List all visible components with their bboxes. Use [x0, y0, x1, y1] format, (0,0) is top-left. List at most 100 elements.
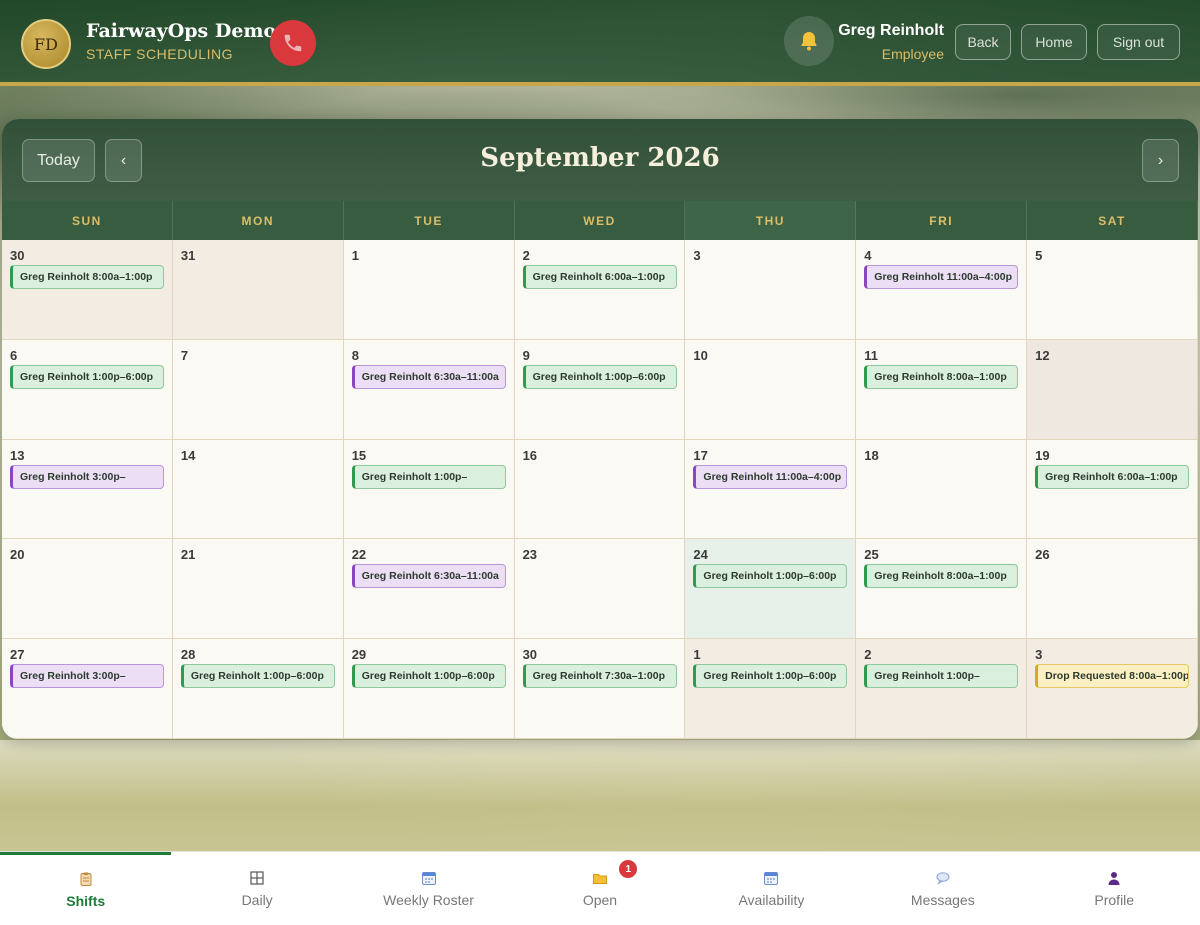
day-number: 27 — [10, 647, 25, 663]
day-cell[interactable]: 10 — [685, 339, 857, 440]
day-cell[interactable]: 2 Greg Reinholt 6:00a–1:00p — [514, 240, 686, 340]
shift-event[interactable]: Greg Reinholt 6:00a–1:00p — [522, 265, 677, 289]
day-cell[interactable]: 12 — [1027, 339, 1198, 440]
day-cell[interactable]: 24 Greg Reinholt 1:00p–6:00p — [685, 539, 857, 640]
day-cell[interactable]: 11 Greg Reinholt 8:00a–1:00p — [856, 339, 1028, 440]
shift-event[interactable]: Greg Reinholt 8:00a–1:00p — [864, 564, 1019, 589]
weekday-label: THU — [685, 201, 857, 240]
nav-item-profile[interactable]: Profile — [1029, 852, 1200, 925]
shift-event[interactable]: Greg Reinholt 1:00p– — [864, 664, 1019, 689]
day-cell[interactable]: 18 — [856, 439, 1028, 540]
shift-event[interactable]: Greg Reinholt 1:00p–6:00p — [10, 364, 164, 389]
shift-event[interactable]: Drop Requested 8:00a–1:00p — [1035, 664, 1190, 689]
nav-item-shifts[interactable]: Shifts — [0, 852, 172, 925]
day-cell[interactable]: 31 — [172, 240, 344, 340]
day-cell[interactable]: 16 — [514, 439, 686, 540]
day-cell[interactable]: 3 — [685, 240, 857, 340]
day-number: 6 — [10, 347, 18, 363]
shift-event[interactable]: Greg Reinholt 6:30a–11:00a — [351, 564, 506, 589]
day-cell[interactable]: 13 Greg Reinholt 3:00p– — [2, 439, 173, 540]
home-button[interactable]: Home — [1021, 24, 1087, 60]
shift-event[interactable]: Greg Reinholt 8:00a–1:00p — [864, 364, 1019, 389]
back-button[interactable]: Back — [955, 24, 1011, 60]
shift-event[interactable]: Greg Reinholt 11:00a–4:00p — [693, 464, 848, 489]
nav-item-daily[interactable]: Daily — [171, 852, 342, 925]
user-role: Employee — [881, 46, 944, 62]
nav-item-messages[interactable]: Messages — [857, 852, 1028, 925]
next-month-button[interactable]: › — [1142, 139, 1179, 182]
shift-event[interactable]: Greg Reinholt 3:00p– — [10, 464, 164, 489]
day-cell[interactable]: 25 Greg Reinholt 8:00a–1:00p — [856, 539, 1028, 640]
day-cell[interactable]: 27 Greg Reinholt 3:00p– — [2, 639, 173, 739]
day-cell[interactable]: 21 — [172, 539, 344, 640]
day-cell[interactable]: 8 Greg Reinholt 6:30a–11:00a — [343, 339, 515, 440]
day-cell[interactable]: 4 Greg Reinholt 11:00a–4:00p — [856, 240, 1028, 340]
weekday-label: SUN — [2, 201, 173, 240]
day-cell[interactable]: 2 Greg Reinholt 1:00p– — [856, 639, 1028, 739]
nav-item-label: Open — [582, 891, 618, 908]
weekday-label: WED — [515, 201, 686, 240]
shift-event[interactable]: Greg Reinholt 6:00a–1:00p — [1035, 464, 1190, 489]
shift-event[interactable]: Greg Reinholt 1:00p–6:00p — [351, 664, 506, 689]
shift-event[interactable]: Greg Reinholt 3:00p– — [10, 664, 164, 689]
day-cell[interactable]: 30 Greg Reinholt 7:30a–1:00p — [514, 639, 686, 739]
day-cell[interactable]: 7 — [172, 339, 344, 440]
day-cell[interactable]: 6 Greg Reinholt 1:00p–6:00p — [2, 339, 173, 440]
shift-event[interactable]: Greg Reinholt 1:00p– — [351, 464, 506, 489]
day-cell[interactable]: 15 Greg Reinholt 1:00p– — [343, 439, 515, 540]
day-number: 23 — [522, 547, 538, 563]
day-cell[interactable]: 19 Greg Reinholt 6:00a–1:00p — [1027, 439, 1198, 540]
clipboard-icon — [78, 871, 94, 887]
person-icon — [1106, 870, 1122, 886]
grid-icon — [249, 870, 265, 886]
call-button[interactable] — [270, 20, 316, 66]
day-cell[interactable]: 1 Greg Reinholt 1:00p–6:00p — [685, 639, 857, 739]
shift-event[interactable]: Greg Reinholt 1:00p–6:00p — [180, 664, 335, 689]
day-number: 14 — [180, 447, 196, 463]
bottom-navigation: Shifts Daily Weekly Roster Open 1 Availabilit… — [0, 851, 1200, 925]
calendar-toolbar: Today ‹ September 2026 › — [2, 119, 1198, 201]
weekday-header: SUN MON TUE WED THU FRI SAT — [2, 201, 1198, 240]
day-number: 2 — [864, 647, 872, 663]
signout-button[interactable]: Sign out — [1097, 24, 1180, 60]
nav-item-weekly-roster[interactable]: Weekly Roster — [343, 852, 514, 925]
day-cell[interactable]: 23 — [514, 539, 686, 640]
weekday-label: FRI — [856, 201, 1028, 240]
nav-item-open[interactable]: Open 1 — [514, 852, 685, 925]
day-cell[interactable]: 22 Greg Reinholt 6:30a–11:00a — [343, 539, 515, 640]
day-cell[interactable]: 29 Greg Reinholt 1:00p–6:00p — [343, 639, 515, 739]
shift-event[interactable]: Greg Reinholt 1:00p–6:00p — [522, 364, 677, 389]
bell-icon — [801, 32, 817, 51]
speech-bubble-icon — [935, 870, 951, 886]
day-number: 7 — [180, 347, 189, 363]
day-cell[interactable]: 9 Greg Reinholt 1:00p–6:00p — [514, 339, 686, 440]
day-cell[interactable]: 3 Drop Requested 8:00a–1:00p — [1027, 639, 1198, 739]
shift-event[interactable]: Greg Reinholt 8:00a–1:00p — [10, 265, 164, 289]
day-cell[interactable]: 1 — [343, 240, 515, 340]
day-cell[interactable]: 26 — [1027, 539, 1198, 640]
day-number: 12 — [1035, 347, 1050, 363]
day-number: 31 — [180, 248, 196, 263]
day-number: 17 — [693, 447, 708, 463]
nav-item-label: Daily — [241, 891, 273, 908]
calendar-panel: Today ‹ September 2026 › SUN MON TUE WED THU… — [2, 119, 1198, 739]
nav-item-label: Weekly Roster — [383, 891, 474, 908]
nav-item-availability[interactable]: Availability — [686, 852, 857, 925]
shift-event[interactable]: Greg Reinholt 1:00p–6:00p — [693, 664, 848, 689]
day-cell[interactable]: 30 Greg Reinholt 8:00a–1:00p — [2, 240, 173, 340]
day-number: 18 — [864, 447, 879, 463]
shift-event[interactable]: Greg Reinholt 1:00p–6:00p — [693, 564, 848, 589]
day-cell[interactable]: 5 — [1027, 240, 1198, 340]
day-cell[interactable]: 20 — [2, 539, 173, 640]
month-title: September 2026 — [480, 143, 720, 173]
day-cell[interactable]: 14 — [172, 439, 344, 540]
day-cell[interactable]: 28 Greg Reinholt 1:00p–6:00p — [172, 639, 344, 739]
day-number: 30 — [522, 647, 538, 663]
notifications-button[interactable] — [784, 16, 834, 66]
shift-event[interactable]: Greg Reinholt 11:00a–4:00p — [864, 265, 1019, 289]
day-cell[interactable]: 17 Greg Reinholt 11:00a–4:00p — [685, 439, 857, 540]
month-grid: 30 Greg Reinholt 8:00a–1:00p 31 1 2 Greg Rein… — [2, 240, 1198, 739]
shift-event[interactable]: Greg Reinholt 7:30a–1:00p — [522, 664, 677, 689]
day-number: 24 — [693, 547, 708, 563]
shift-event[interactable]: Greg Reinholt 6:30a–11:00a — [351, 364, 506, 389]
